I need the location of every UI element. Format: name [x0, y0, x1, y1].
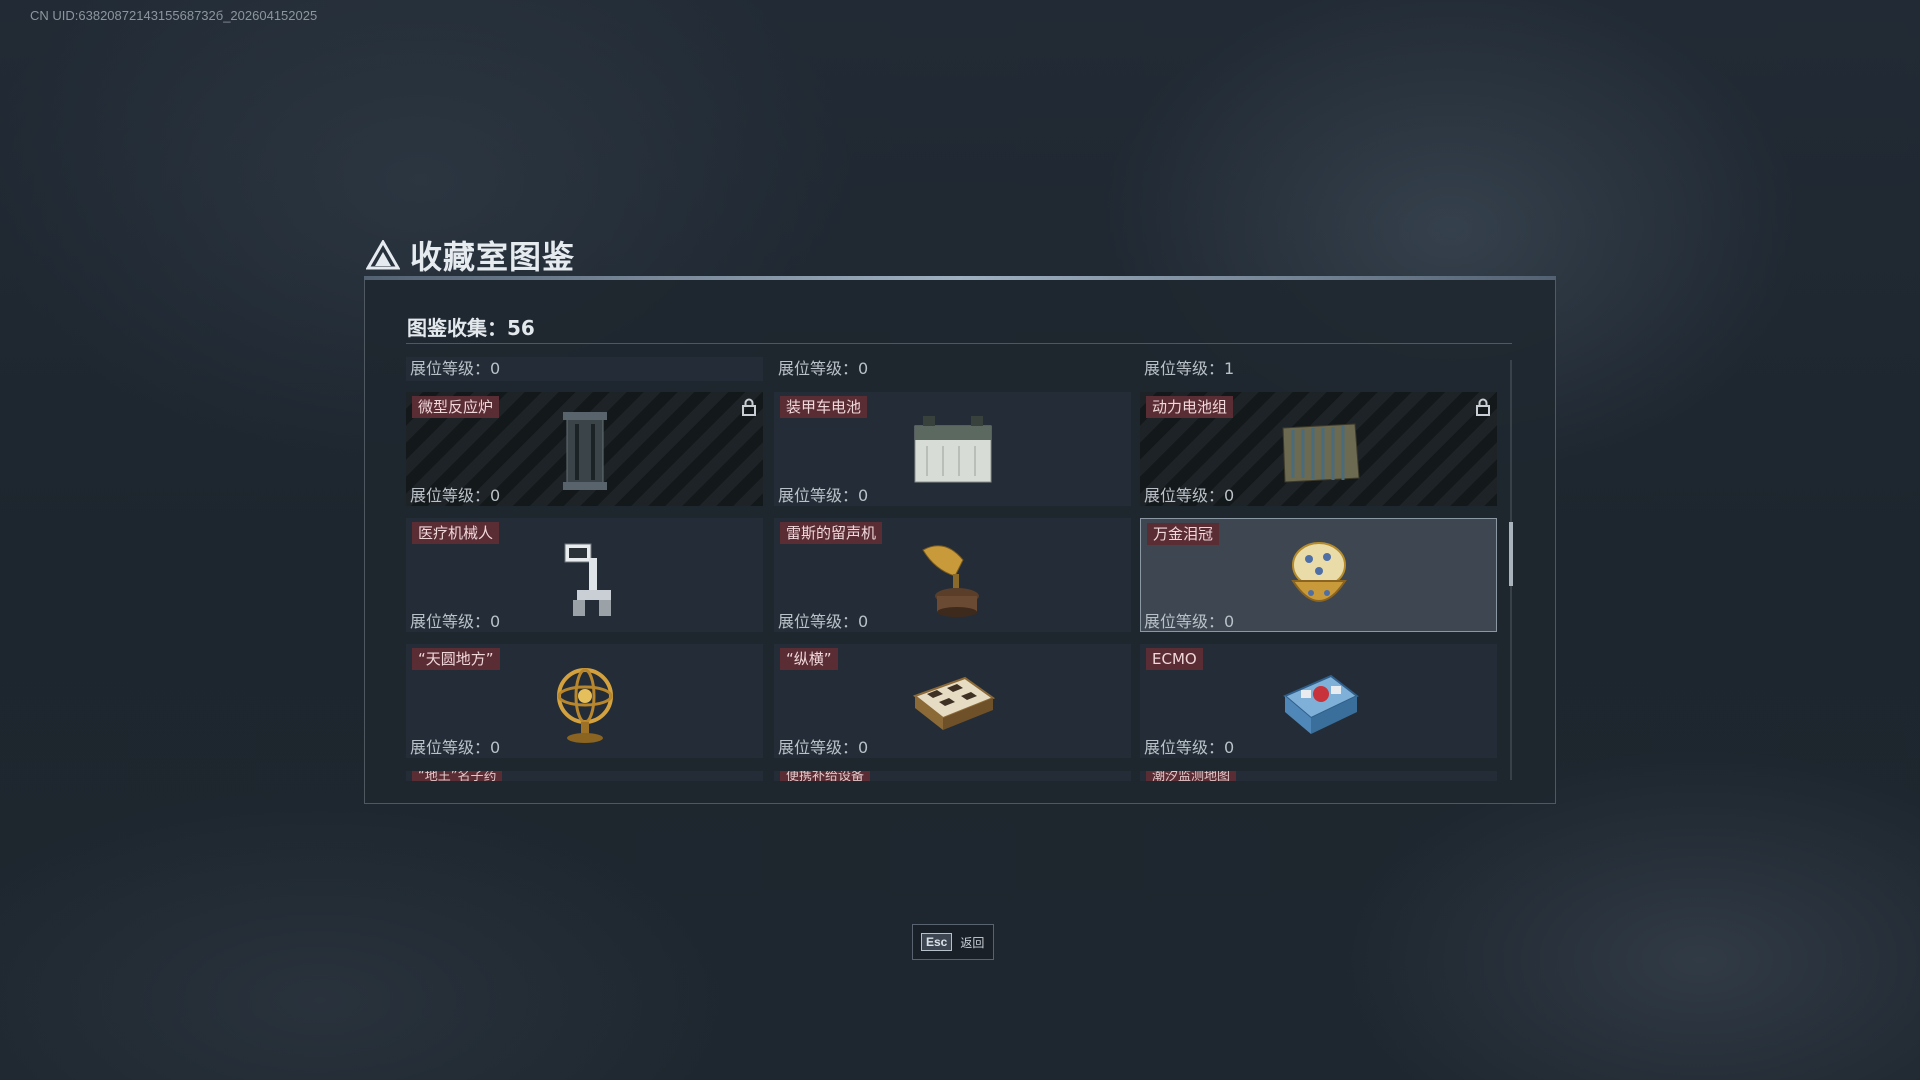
- item-name-tag: ECMO: [1146, 648, 1203, 670]
- game-logo-icon: [366, 240, 400, 270]
- item-name-tag: 动力电池组: [1146, 396, 1234, 418]
- item-name-tag: 万金泪冠: [1147, 523, 1220, 545]
- partial-card[interactable]: 潮汐监测地图: [1140, 771, 1497, 781]
- lock-icon: [742, 398, 756, 416]
- partial-card[interactable]: “地王”名子药: [406, 771, 763, 781]
- booth-level: 展位等级：0: [778, 612, 869, 631]
- scrollbar-thumb[interactable]: [1509, 522, 1513, 586]
- uid-text: CN UID:6382087214315568732б_202604152025: [30, 8, 318, 23]
- item-name-tag: “纵横”: [780, 648, 838, 670]
- esc-key-badge: Esc: [921, 933, 953, 951]
- item-name-tag: 便携补给设备: [780, 771, 871, 781]
- item-name-tag: 潮汐监测地图: [1146, 771, 1237, 781]
- collection-count: 图鉴收集：56: [407, 316, 535, 340]
- lock-icon: [1476, 398, 1490, 416]
- booth-level: 展位等级：0: [1144, 486, 1235, 505]
- booth-level: 展位等级：0: [410, 486, 501, 505]
- item-name-tag: 微型反应炉: [412, 396, 500, 418]
- booth-level: 展位等级：0: [778, 486, 869, 505]
- booth-level: 展位等级：0: [1144, 612, 1235, 631]
- booth-level: 展位等级：0: [1144, 738, 1235, 757]
- page-title: 收藏室图鉴: [410, 238, 576, 276]
- top-level-label: 展位等级：1: [1144, 359, 1235, 378]
- top-level-label: 展位等级：0: [778, 359, 869, 378]
- item-name-tag: 雷斯的留声机: [780, 522, 883, 544]
- count-divider: [406, 343, 1512, 344]
- back-button[interactable]: Esc 返回: [912, 924, 994, 960]
- item-name-tag: “地王”名子药: [412, 771, 503, 781]
- booth-level: 展位等级：0: [410, 612, 501, 631]
- item-name-tag: 装甲车电池: [780, 396, 868, 418]
- item-name-tag: 医疗机械人: [412, 522, 500, 544]
- page-header: 收藏室图鉴: [366, 232, 575, 278]
- partial-card[interactable]: 便携补给设备: [774, 771, 1131, 781]
- booth-level: 展位等级：0: [410, 738, 501, 757]
- booth-level: 展位等级：0: [778, 738, 869, 757]
- item-name-tag: “天圆地方”: [412, 648, 500, 670]
- back-label: 返回: [960, 935, 985, 950]
- top-level-label: 展位等级：0: [406, 357, 763, 381]
